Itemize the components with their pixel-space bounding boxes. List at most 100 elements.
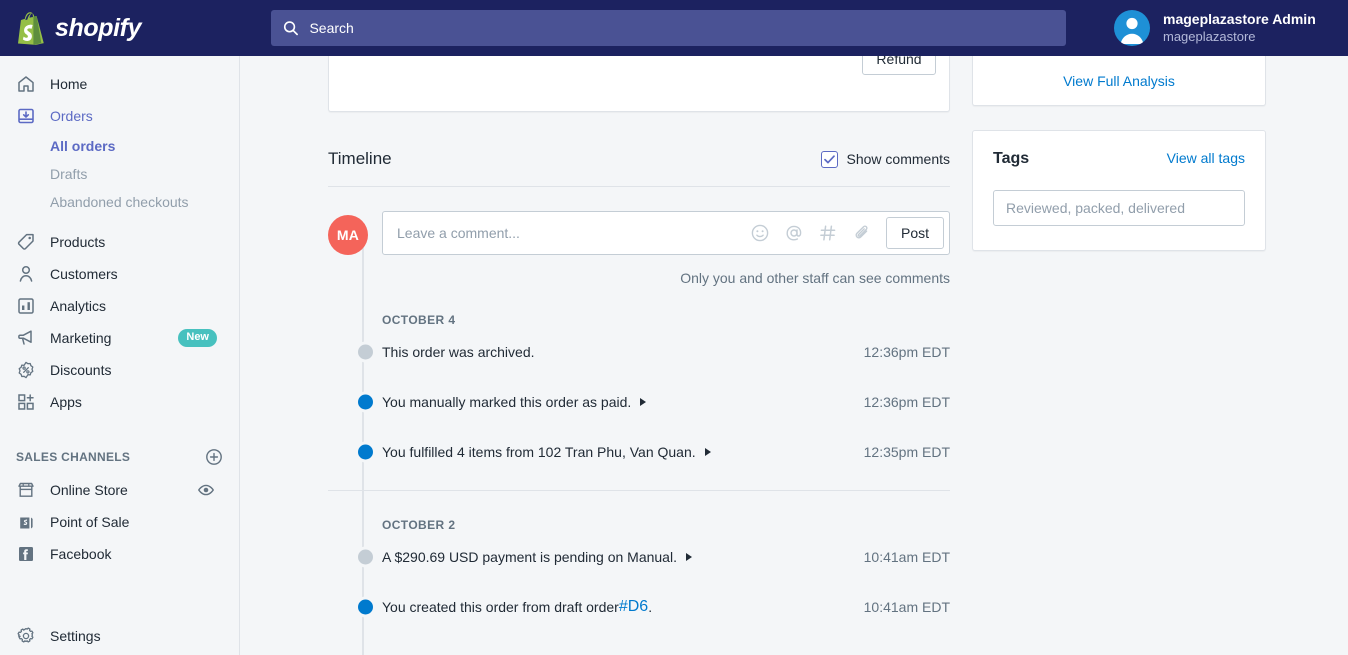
show-comments-toggle[interactable]: Show comments xyxy=(820,150,950,168)
sidebar-item-products[interactable]: Products xyxy=(0,226,239,258)
timeline-event: You manually marked this order as paid. … xyxy=(328,377,950,427)
sidebar-item-label: Products xyxy=(50,234,106,250)
comment-input[interactable] xyxy=(397,212,743,254)
timeline-event-time: 12:36pm EDT xyxy=(863,344,950,360)
secondary-column: View Full Analysis Tags View all tags xyxy=(972,56,1266,655)
draft-order-link[interactable]: #D6 xyxy=(619,598,648,616)
timeline-event: You fulfilled 4 items from 102 Tran Phu,… xyxy=(328,427,950,477)
tags-title: Tags xyxy=(993,150,1030,167)
timeline-body: MA Leave a comment... Post Only you and … xyxy=(328,187,950,655)
sidebar-subitem-all-orders[interactable]: All orders xyxy=(0,132,239,160)
sidebar-item-facebook[interactable]: Facebook xyxy=(0,538,239,570)
timeline-event-text: You manually marked this order as paid. xyxy=(382,394,632,410)
sidebar-subitem-label: Abandoned checkouts xyxy=(50,194,189,210)
sidebar-item-home[interactable]: Home xyxy=(0,68,239,100)
timeline-dot xyxy=(355,391,376,413)
timeline-date-group: OCTOBER 4 This order was archived. 12:36… xyxy=(328,286,950,490)
sales-channels-title: SALES CHANNELS xyxy=(16,450,131,464)
view-all-tags-link[interactable]: View all tags xyxy=(1167,150,1245,166)
timeline-dot xyxy=(355,546,376,568)
timeline-event-time: 10:41am EDT xyxy=(863,599,950,615)
sidebar-subitem-drafts[interactable]: Drafts xyxy=(0,160,239,188)
timeline-event: You created this order from draft order … xyxy=(328,582,950,632)
brand-name: shopify xyxy=(55,13,142,42)
analysis-card: View Full Analysis xyxy=(972,56,1266,106)
composer-avatar: MA xyxy=(328,215,368,255)
user-avatar-icon xyxy=(1120,17,1144,44)
expand-caret-icon[interactable] xyxy=(685,553,692,561)
sidebar-item-discounts[interactable]: Discounts xyxy=(0,354,239,386)
sidebar-subitem-abandoned-checkouts[interactable]: Abandoned checkouts xyxy=(0,188,239,216)
expand-caret-icon[interactable] xyxy=(704,448,711,456)
app-shell: Home Orders All orders Drafts Abandoned … xyxy=(0,56,1348,655)
sidebar-item-customers[interactable]: Customers xyxy=(0,258,239,290)
timeline-dot xyxy=(355,596,376,618)
avatar xyxy=(1114,10,1150,46)
sidebar-item-analytics[interactable]: Analytics xyxy=(0,290,239,322)
search-icon xyxy=(283,21,298,36)
sidebar-item-point-of-sale[interactable]: Point of Sale xyxy=(0,506,239,538)
sidebar-item-label: Settings xyxy=(50,628,101,644)
timeline-dot xyxy=(355,341,376,363)
sidebar-item-label: Discounts xyxy=(50,362,112,378)
person-icon xyxy=(19,265,33,282)
sidebar-item-apps[interactable]: Apps xyxy=(0,386,239,418)
bar-chart-icon xyxy=(18,298,34,314)
eye-icon[interactable] xyxy=(197,481,215,499)
tags-input[interactable] xyxy=(993,190,1245,226)
timeline-event-text: This order was archived. xyxy=(382,344,535,360)
tags-card: Tags View all tags xyxy=(972,130,1266,251)
expand-caret-icon[interactable] xyxy=(640,398,647,406)
comment-privacy-note: Only you and other staff can see comment… xyxy=(680,270,950,286)
timeline-event-time: 10:41am EDT xyxy=(863,549,950,565)
emoji-smile-icon[interactable] xyxy=(750,223,770,243)
refund-button[interactable]: Refund xyxy=(862,56,936,75)
sidebar-item-label: Apps xyxy=(50,394,82,410)
show-comments-label: Show comments xyxy=(846,151,950,167)
search-input[interactable] xyxy=(309,10,1054,46)
mention-at-icon[interactable] xyxy=(784,223,804,243)
user-menu[interactable]: mageplazastore Admin mageplazastore xyxy=(1100,0,1348,56)
tags-header: Tags View all tags xyxy=(993,150,1245,168)
shopify-logo[interactable]: shopify xyxy=(0,0,240,56)
home-icon xyxy=(18,76,34,92)
timeline-event-text: You created this order from draft order xyxy=(382,599,619,615)
sales-channels-header: SALES CHANNELS xyxy=(0,440,239,474)
pos-bag-icon xyxy=(20,517,33,529)
paperclip-icon[interactable] xyxy=(852,223,872,243)
timeline-event-text: A $290.69 USD payment is pending on Manu… xyxy=(382,549,677,565)
gear-icon xyxy=(17,627,34,643)
plus-circle-icon[interactable] xyxy=(205,448,223,466)
top-bar: shopify mageplazastore Admin mageplazast… xyxy=(0,0,1348,56)
view-full-analysis-link[interactable]: View Full Analysis xyxy=(1063,73,1175,89)
sidebar-item-label: Customers xyxy=(50,266,118,282)
show-comments-checkbox[interactable] xyxy=(820,150,838,168)
sidebar-item-online-store[interactable]: Online Store xyxy=(0,474,239,506)
comment-composer: MA Leave a comment... Post xyxy=(328,211,950,255)
post-comment-button[interactable]: Post xyxy=(886,217,944,249)
check-icon xyxy=(823,154,835,163)
user-store: mageplazastore xyxy=(1163,28,1256,44)
sidebar-item-settings[interactable]: Settings xyxy=(0,620,239,652)
comment-box[interactable]: Post xyxy=(382,211,950,255)
timeline-date-group: OCTOBER 2 A $290.69 USD payment is pendi… xyxy=(328,490,950,632)
apps-grid-plus-icon xyxy=(18,394,34,410)
sidebar-item-marketing[interactable]: Marketing New xyxy=(0,322,239,354)
sidebar-subitem-label: All orders xyxy=(50,138,116,154)
search-box[interactable] xyxy=(271,10,1066,46)
timeline-event: A $290.69 USD payment is pending on Manu… xyxy=(328,532,950,582)
timeline-event-time: 12:35pm EDT xyxy=(863,444,950,460)
sidebar-item-orders[interactable]: Orders xyxy=(0,100,239,132)
timeline-date-label: OCTOBER 2 xyxy=(382,518,456,532)
sidebar: Home Orders All orders Drafts Abandoned … xyxy=(0,56,240,655)
megaphone-icon xyxy=(18,330,32,345)
hashtag-icon[interactable] xyxy=(818,223,838,243)
percent-badge-icon xyxy=(18,361,34,379)
timeline-title: Timeline xyxy=(328,149,392,168)
sidebar-item-label: Marketing xyxy=(50,330,112,346)
storefront-icon xyxy=(18,482,34,497)
user-labels: mageplazastore Admin mageplazastore xyxy=(1163,11,1316,45)
timeline-event-time: 12:36pm EDT xyxy=(863,394,950,410)
order-summary-card-bottom: Refund xyxy=(328,56,950,112)
